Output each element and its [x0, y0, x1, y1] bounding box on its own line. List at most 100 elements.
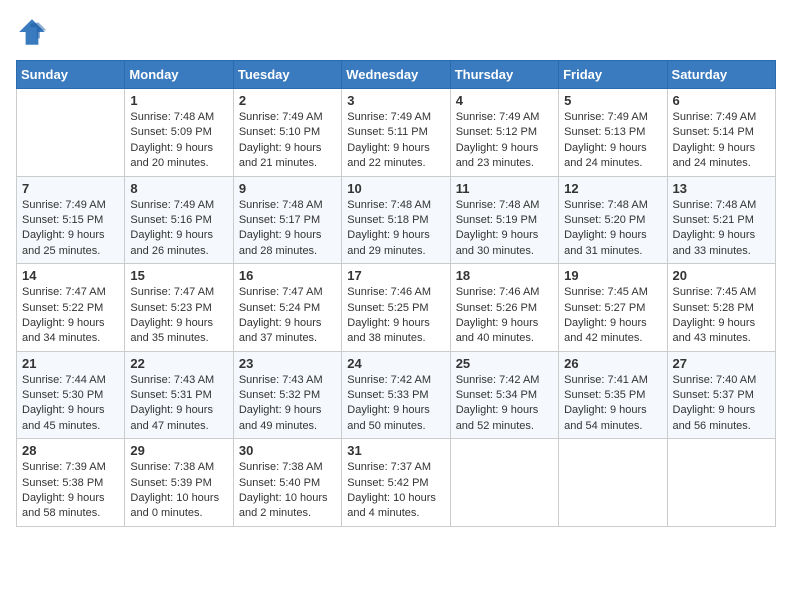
- calendar-cell: 29 Sunrise: 7:38 AM Sunset: 5:39 PM Dayl…: [125, 439, 233, 527]
- day-of-week-header: Saturday: [667, 61, 775, 89]
- day-number: 18: [456, 268, 553, 283]
- day-number: 30: [239, 443, 336, 458]
- sunset-text: Sunset: 5:17 PM: [239, 214, 320, 226]
- day-number: 21: [22, 356, 119, 371]
- calendar-cell: 24 Sunrise: 7:42 AM Sunset: 5:33 PM Dayl…: [342, 351, 450, 439]
- daylight-text: Daylight: 9 hours and 47 minutes.: [130, 404, 213, 431]
- calendar-cell: [667, 439, 775, 527]
- daylight-text: Daylight: 10 hours and 0 minutes.: [130, 492, 219, 519]
- daylight-text: Daylight: 9 hours and 43 minutes.: [673, 317, 756, 344]
- calendar-week-row: 28 Sunrise: 7:39 AM Sunset: 5:38 PM Dayl…: [17, 439, 776, 527]
- sunset-text: Sunset: 5:14 PM: [673, 126, 754, 138]
- day-info: Sunrise: 7:38 AM Sunset: 5:39 PM Dayligh…: [130, 460, 227, 522]
- daylight-text: Daylight: 9 hours and 21 minutes.: [239, 142, 322, 169]
- day-of-week-header: Wednesday: [342, 61, 450, 89]
- daylight-text: Daylight: 9 hours and 50 minutes.: [347, 404, 430, 431]
- day-info: Sunrise: 7:44 AM Sunset: 5:30 PM Dayligh…: [22, 373, 119, 435]
- sunrise-text: Sunrise: 7:43 AM: [239, 374, 323, 386]
- sunset-text: Sunset: 5:15 PM: [22, 214, 103, 226]
- daylight-text: Daylight: 9 hours and 35 minutes.: [130, 317, 213, 344]
- sunrise-text: Sunrise: 7:48 AM: [456, 199, 540, 211]
- day-number: 25: [456, 356, 553, 371]
- sunset-text: Sunset: 5:25 PM: [347, 302, 428, 314]
- sunset-text: Sunset: 5:26 PM: [456, 302, 537, 314]
- sunset-text: Sunset: 5:22 PM: [22, 302, 103, 314]
- calendar-cell: 14 Sunrise: 7:47 AM Sunset: 5:22 PM Dayl…: [17, 264, 125, 352]
- calendar-cell: 13 Sunrise: 7:48 AM Sunset: 5:21 PM Dayl…: [667, 176, 775, 264]
- calendar-cell: [17, 89, 125, 177]
- sunset-text: Sunset: 5:38 PM: [22, 477, 103, 489]
- sunset-text: Sunset: 5:24 PM: [239, 302, 320, 314]
- sunrise-text: Sunrise: 7:48 AM: [130, 111, 214, 123]
- sunrise-text: Sunrise: 7:41 AM: [564, 374, 648, 386]
- sunrise-text: Sunrise: 7:48 AM: [564, 199, 648, 211]
- day-number: 5: [564, 93, 661, 108]
- daylight-text: Daylight: 9 hours and 37 minutes.: [239, 317, 322, 344]
- day-number: 10: [347, 181, 444, 196]
- sunrise-text: Sunrise: 7:42 AM: [456, 374, 540, 386]
- sunset-text: Sunset: 5:18 PM: [347, 214, 428, 226]
- day-info: Sunrise: 7:46 AM Sunset: 5:25 PM Dayligh…: [347, 285, 444, 347]
- day-info: Sunrise: 7:38 AM Sunset: 5:40 PM Dayligh…: [239, 460, 336, 522]
- sunrise-text: Sunrise: 7:49 AM: [673, 111, 757, 123]
- sunset-text: Sunset: 5:32 PM: [239, 389, 320, 401]
- sunrise-text: Sunrise: 7:48 AM: [673, 199, 757, 211]
- day-info: Sunrise: 7:45 AM Sunset: 5:28 PM Dayligh…: [673, 285, 770, 347]
- day-info: Sunrise: 7:43 AM Sunset: 5:32 PM Dayligh…: [239, 373, 336, 435]
- day-number: 9: [239, 181, 336, 196]
- day-info: Sunrise: 7:49 AM Sunset: 5:15 PM Dayligh…: [22, 198, 119, 260]
- sunrise-text: Sunrise: 7:44 AM: [22, 374, 106, 386]
- day-of-week-header: Sunday: [17, 61, 125, 89]
- day-info: Sunrise: 7:49 AM Sunset: 5:16 PM Dayligh…: [130, 198, 227, 260]
- day-number: 11: [456, 181, 553, 196]
- daylight-text: Daylight: 9 hours and 45 minutes.: [22, 404, 105, 431]
- daylight-text: Daylight: 9 hours and 56 minutes.: [673, 404, 756, 431]
- sunrise-text: Sunrise: 7:42 AM: [347, 374, 431, 386]
- logo-icon: [16, 16, 48, 48]
- calendar-cell: 9 Sunrise: 7:48 AM Sunset: 5:17 PM Dayli…: [233, 176, 341, 264]
- daylight-text: Daylight: 9 hours and 31 minutes.: [564, 229, 647, 256]
- calendar-cell: 16 Sunrise: 7:47 AM Sunset: 5:24 PM Dayl…: [233, 264, 341, 352]
- day-info: Sunrise: 7:43 AM Sunset: 5:31 PM Dayligh…: [130, 373, 227, 435]
- calendar-cell: 11 Sunrise: 7:48 AM Sunset: 5:19 PM Dayl…: [450, 176, 558, 264]
- day-info: Sunrise: 7:37 AM Sunset: 5:42 PM Dayligh…: [347, 460, 444, 522]
- sunset-text: Sunset: 5:28 PM: [673, 302, 754, 314]
- daylight-text: Daylight: 9 hours and 24 minutes.: [564, 142, 647, 169]
- daylight-text: Daylight: 9 hours and 52 minutes.: [456, 404, 539, 431]
- sunset-text: Sunset: 5:10 PM: [239, 126, 320, 138]
- calendar-cell: 6 Sunrise: 7:49 AM Sunset: 5:14 PM Dayli…: [667, 89, 775, 177]
- sunrise-text: Sunrise: 7:39 AM: [22, 461, 106, 473]
- calendar-cell: 15 Sunrise: 7:47 AM Sunset: 5:23 PM Dayl…: [125, 264, 233, 352]
- calendar-cell: 7 Sunrise: 7:49 AM Sunset: 5:15 PM Dayli…: [17, 176, 125, 264]
- day-number: 24: [347, 356, 444, 371]
- sunset-text: Sunset: 5:12 PM: [456, 126, 537, 138]
- day-info: Sunrise: 7:49 AM Sunset: 5:10 PM Dayligh…: [239, 110, 336, 172]
- sunset-text: Sunset: 5:34 PM: [456, 389, 537, 401]
- day-info: Sunrise: 7:49 AM Sunset: 5:12 PM Dayligh…: [456, 110, 553, 172]
- calendar-week-row: 14 Sunrise: 7:47 AM Sunset: 5:22 PM Dayl…: [17, 264, 776, 352]
- calendar-cell: 30 Sunrise: 7:38 AM Sunset: 5:40 PM Dayl…: [233, 439, 341, 527]
- daylight-text: Daylight: 9 hours and 25 minutes.: [22, 229, 105, 256]
- daylight-text: Daylight: 9 hours and 58 minutes.: [22, 492, 105, 519]
- day-number: 29: [130, 443, 227, 458]
- day-info: Sunrise: 7:49 AM Sunset: 5:14 PM Dayligh…: [673, 110, 770, 172]
- daylight-text: Daylight: 9 hours and 49 minutes.: [239, 404, 322, 431]
- day-info: Sunrise: 7:48 AM Sunset: 5:21 PM Dayligh…: [673, 198, 770, 260]
- sunset-text: Sunset: 5:13 PM: [564, 126, 645, 138]
- sunrise-text: Sunrise: 7:40 AM: [673, 374, 757, 386]
- calendar-cell: 10 Sunrise: 7:48 AM Sunset: 5:18 PM Dayl…: [342, 176, 450, 264]
- calendar-cell: 19 Sunrise: 7:45 AM Sunset: 5:27 PM Dayl…: [559, 264, 667, 352]
- calendar-cell: 20 Sunrise: 7:45 AM Sunset: 5:28 PM Dayl…: [667, 264, 775, 352]
- sunrise-text: Sunrise: 7:46 AM: [347, 286, 431, 298]
- daylight-text: Daylight: 9 hours and 23 minutes.: [456, 142, 539, 169]
- calendar-cell: [450, 439, 558, 527]
- sunrise-text: Sunrise: 7:46 AM: [456, 286, 540, 298]
- day-number: 22: [130, 356, 227, 371]
- day-number: 28: [22, 443, 119, 458]
- day-info: Sunrise: 7:42 AM Sunset: 5:34 PM Dayligh…: [456, 373, 553, 435]
- calendar-cell: 5 Sunrise: 7:49 AM Sunset: 5:13 PM Dayli…: [559, 89, 667, 177]
- daylight-text: Daylight: 9 hours and 30 minutes.: [456, 229, 539, 256]
- sunrise-text: Sunrise: 7:38 AM: [239, 461, 323, 473]
- day-number: 26: [564, 356, 661, 371]
- day-number: 23: [239, 356, 336, 371]
